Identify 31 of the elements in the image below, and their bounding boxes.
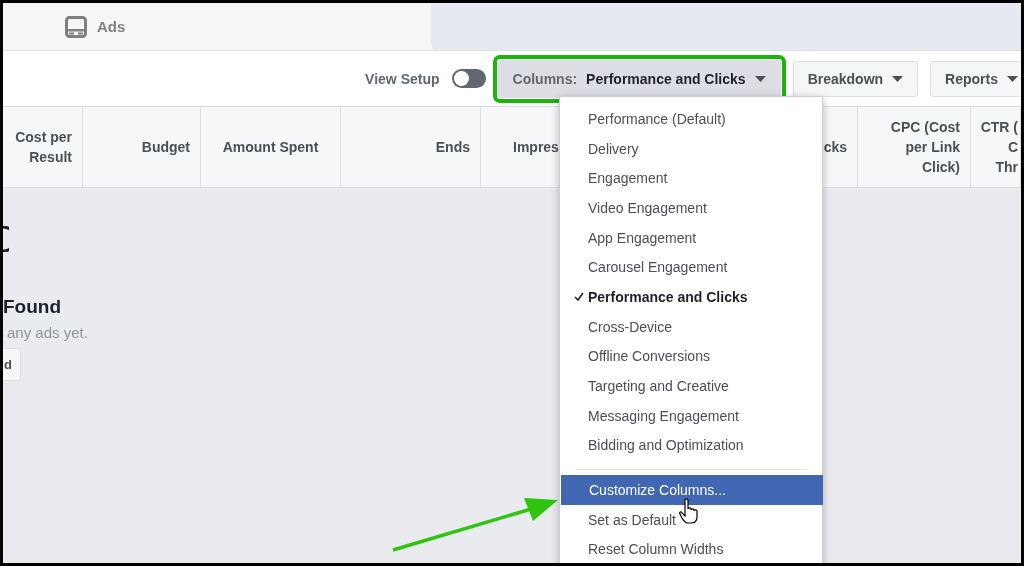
view-setup-label: View Setup [365, 70, 440, 87]
menu-item[interactable]: Cross-Device [560, 311, 822, 342]
menu-item[interactable]: Bidding and Optimization [560, 430, 822, 461]
menu-item[interactable]: App Engagement [560, 222, 822, 253]
create-button[interactable]: d [3, 348, 21, 381]
column-header[interactable]: CPC (Cost per Link Click) [858, 107, 971, 187]
menu-item[interactable]: Customize Columns... [561, 475, 823, 505]
menu-item[interactable]: Reset Column Widths [560, 534, 822, 563]
menu-item[interactable]: Carousel Engagement [560, 252, 822, 283]
column-header[interactable]: Ends [341, 107, 481, 187]
caret-icon [754, 75, 766, 82]
dropdown-button[interactable]: Reports [930, 60, 1021, 97]
view-setup-toggle[interactable] [451, 69, 486, 88]
hand-cursor-icon [679, 498, 699, 524]
menu-item[interactable]: Video Engagement [560, 193, 822, 223]
dropdown-button[interactable]: Breakdown [792, 60, 919, 97]
menu-item[interactable]: Performance and Clicks [560, 282, 822, 312]
column-header[interactable]: CTR ( C Thr [971, 107, 1021, 187]
column-header[interactable]: Amount Spent [201, 107, 341, 187]
caret-icon [1007, 75, 1018, 82]
menu-item[interactable]: Set as Default [560, 504, 822, 535]
column-header[interactable]: Budget [83, 107, 201, 187]
empty-state-message: any ads yet. [7, 324, 88, 341]
menu-item[interactable]: Offline Conversions [560, 341, 822, 372]
menu-item[interactable]: Messaging Engagement [560, 400, 822, 431]
empty-state-title: Found [3, 296, 62, 318]
menu-item[interactable]: Targeting and Creative [560, 371, 822, 401]
monitor-icon [65, 15, 87, 38]
checkmark-icon [574, 292, 584, 302]
caret-icon [892, 75, 904, 82]
column-header[interactable]: Cost per Result [3, 107, 83, 187]
